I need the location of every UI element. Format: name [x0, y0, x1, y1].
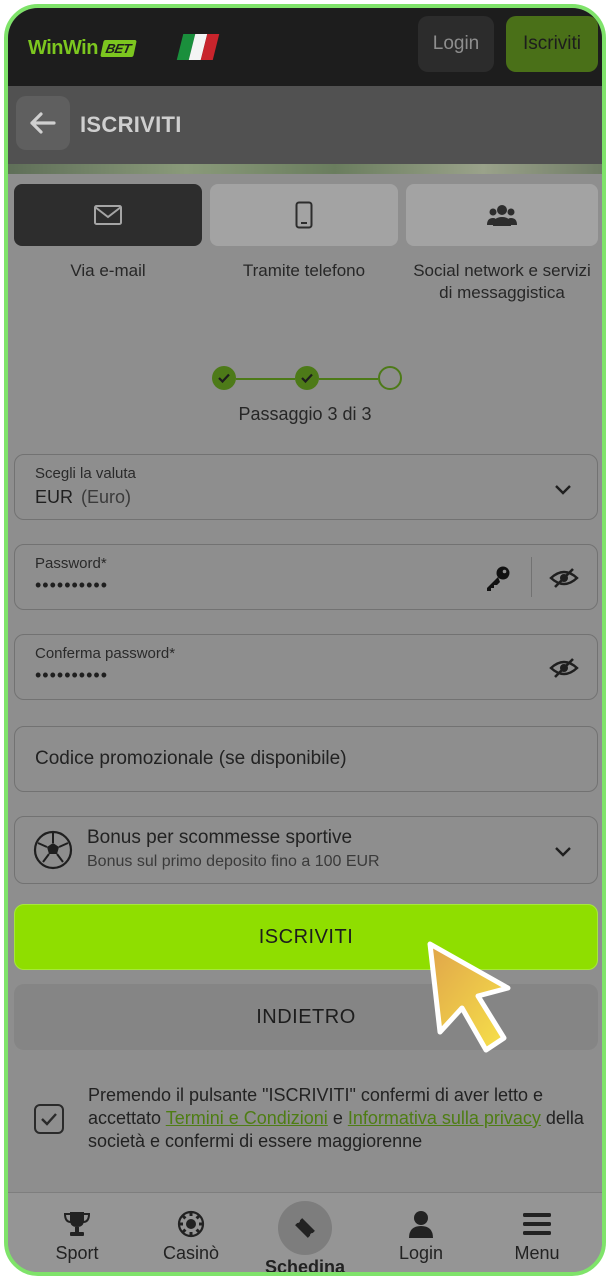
trophy-icon: [63, 1212, 91, 1236]
login-button[interactable]: Login: [418, 16, 494, 72]
eye-off-icon[interactable]: [547, 563, 581, 593]
promo-code-placeholder: Codice promozionale (se disponibile): [35, 748, 347, 769]
confirm-password-field[interactable]: Conferma password* ••••••••••: [14, 634, 598, 700]
method-email-label: Via e-mail: [70, 261, 146, 280]
method-social-label: Social network e servizi di messaggistic…: [413, 261, 591, 302]
consent-checkbox[interactable]: [34, 1104, 64, 1134]
cursor-pointer-icon: [427, 941, 511, 1053]
method-phone-tab[interactable]: [210, 184, 398, 246]
nav-sport[interactable]: Sport: [22, 1193, 132, 1272]
italy-flag-icon[interactable]: [176, 34, 220, 60]
nav-login-label: Login: [398, 1243, 444, 1263]
users-icon: [487, 205, 517, 226]
banner-image: [8, 164, 602, 174]
phone-icon: [295, 201, 313, 229]
method-email-tab[interactable]: [14, 184, 202, 246]
nav-sport-label: Sport: [55, 1243, 99, 1263]
top-bar: WinWin BET Login Iscriviti: [8, 8, 602, 86]
phone-frame: WinWin BET Login Iscriviti ISCRIVITI Via…: [4, 4, 606, 1276]
nav-casino-label: Casinò: [162, 1243, 220, 1263]
bonus-select[interactable]: Bonus per scommesse sportive Bonus sul p…: [14, 816, 598, 884]
back-button[interactable]: [16, 96, 70, 150]
consent-text: Premendo il pulsante "ISCRIVITI" conferm…: [88, 1085, 584, 1151]
confirm-password-label: Conferma password*: [35, 645, 176, 662]
bottom-nav: Sport Casinò Schedina Login Menu: [8, 1192, 602, 1276]
chevron-down-icon[interactable]: [551, 839, 575, 863]
step-text: Passaggio 3 di 3: [238, 404, 372, 424]
user-icon: [409, 1211, 433, 1238]
nav-menu[interactable]: Menu: [482, 1193, 592, 1272]
nav-menu-label: Menu: [514, 1243, 560, 1263]
currency-select[interactable]: Scegli la valuta EUR (Euro): [14, 454, 598, 520]
method-phone-label: Tramite telefono: [242, 261, 366, 280]
currency-value: EUR (Euro): [35, 487, 132, 507]
terms-link[interactable]: Termini e Condizioni: [166, 1108, 328, 1128]
brand-logo[interactable]: WinWin BET: [28, 34, 137, 62]
step-3-circle: [378, 366, 402, 390]
logo-badge: BET: [100, 39, 137, 57]
signup-button[interactable]: Iscriviti: [506, 16, 598, 72]
key-icon[interactable]: [481, 561, 515, 595]
nav-slip[interactable]: [278, 1201, 332, 1255]
promo-code-input[interactable]: Codice promozionale (se disponibile): [14, 726, 598, 792]
soccer-ball-icon: [33, 830, 73, 870]
hamburger-menu-icon: [523, 1213, 551, 1235]
chevron-down-icon[interactable]: [551, 477, 575, 501]
page-header: ISCRIVITI: [8, 86, 602, 164]
eye-off-icon[interactable]: [547, 653, 581, 683]
nav-login[interactable]: Login: [366, 1193, 476, 1272]
password-value: ••••••••••: [35, 575, 109, 595]
bonus-subtitle: Bonus sul primo deposito fino a 100 EUR: [87, 853, 380, 870]
envelope-icon: [94, 205, 122, 225]
nav-slip-label: Schedina: [264, 1257, 346, 1276]
page-title: ISCRIVITI: [80, 112, 182, 137]
privacy-link[interactable]: Informativa sulla privacy: [348, 1108, 541, 1128]
bonus-title: Bonus per scommesse sportive: [87, 827, 353, 848]
password-field[interactable]: Password* ••••••••••: [14, 544, 598, 610]
consent-block: Premendo il pulsante "ISCRIVITI" conferm…: [14, 1068, 598, 1178]
check-icon: [41, 1113, 57, 1126]
arrow-left-icon: [30, 112, 56, 134]
logo-text: WinWin: [28, 36, 98, 59]
method-social-tab[interactable]: [406, 184, 598, 246]
currency-label: Scegli la valuta: [35, 465, 136, 482]
step-2-check-icon: [295, 366, 319, 390]
casino-chip-icon: [177, 1210, 205, 1238]
confirm-password-value: ••••••••••: [35, 665, 109, 685]
ticket-icon: [295, 1218, 315, 1238]
nav-casino[interactable]: Casinò: [136, 1193, 246, 1272]
step-indicator: [212, 366, 402, 392]
password-label: Password*: [35, 555, 107, 572]
step-1-check-icon: [212, 366, 236, 390]
